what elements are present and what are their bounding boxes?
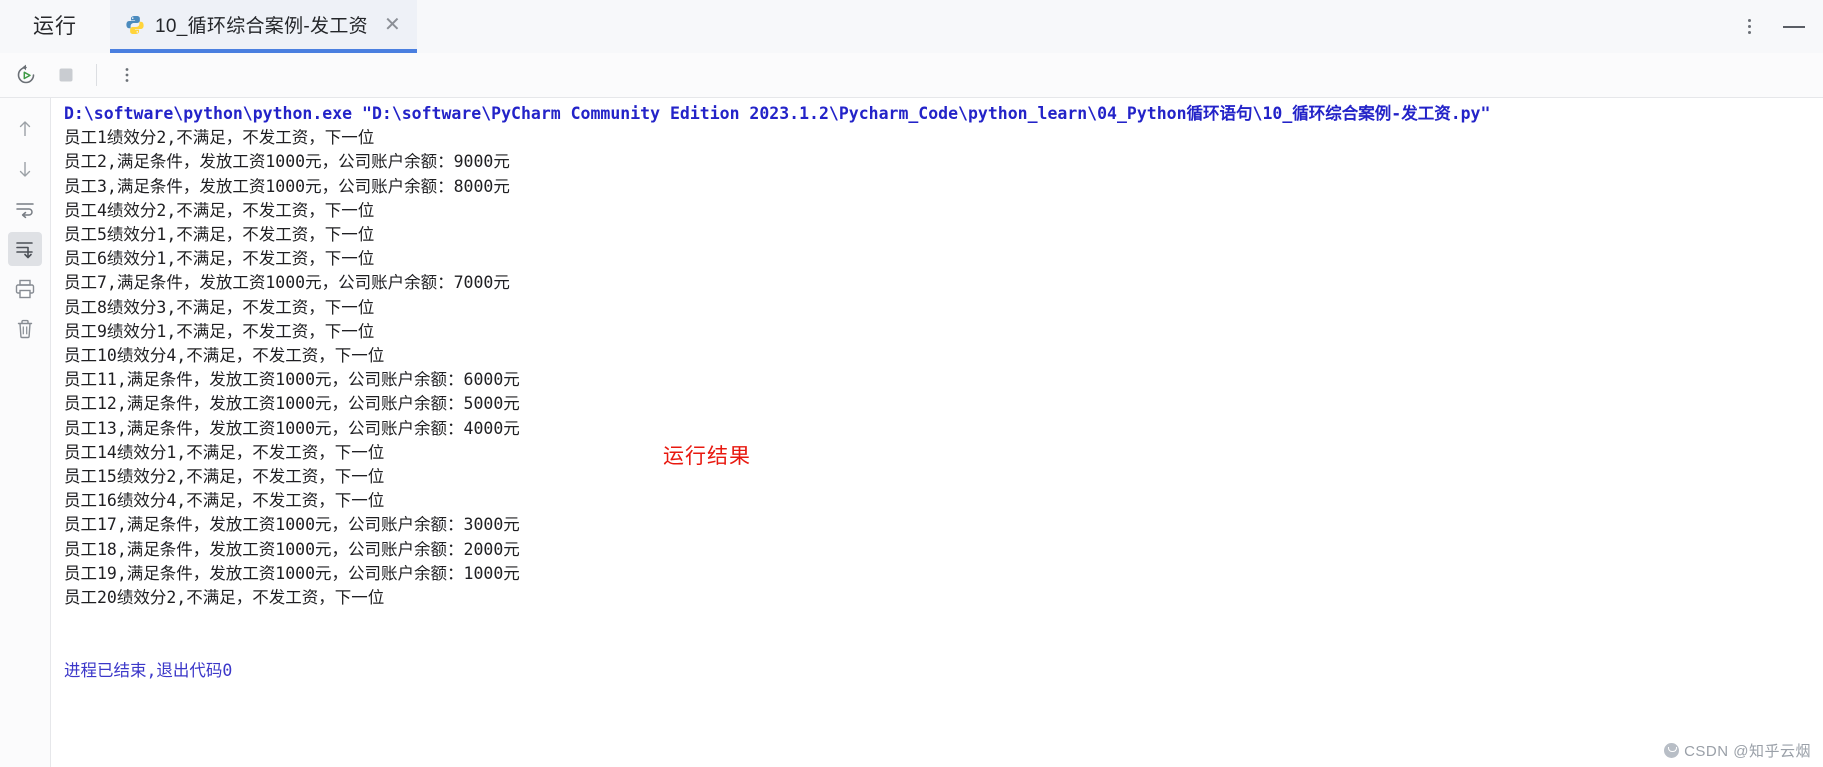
console-line: 员工2,满足条件，发放工资1000元，公司账户余额：9000元 <box>64 152 510 172</box>
editor-tab-active[interactable]: 10_循环综合案例-发工资 ✕ <box>110 0 417 53</box>
console-line: 员工13,满足条件，发放工资1000元，公司账户余额：4000元 <box>64 418 520 438</box>
console-line: 员工17,满足条件，发放工资1000元，公司账户余额：3000元 <box>64 515 520 535</box>
console-line: 员工10绩效分4,不满足，不发工资，下一位 <box>64 346 385 366</box>
soft-wrap-icon[interactable] <box>8 192 42 226</box>
scroll-to-end-icon[interactable] <box>8 232 42 266</box>
window-controls <box>1742 0 1823 53</box>
console-line: 员工5绩效分1,不满足，不发工资，下一位 <box>64 225 375 245</box>
console-line: 员工6绩效分1,不满足，不发工资，下一位 <box>64 249 375 269</box>
more-options-icon[interactable] <box>1742 13 1757 40</box>
console-line: 员工19,满足条件，发放工资1000元，公司账户余额：1000元 <box>64 563 520 583</box>
editor-tab-label: 10_循环综合案例-发工资 <box>155 16 368 37</box>
toolbar-divider <box>96 64 97 86</box>
console-line: 员工15绩效分2,不满足，不发工资，下一位 <box>64 467 385 487</box>
run-console-output[interactable]: D:\software\python\python.exe "D:\softwa… <box>51 98 1823 767</box>
console-command-line: D:\software\python\python.exe "D:\softwa… <box>64 104 1491 123</box>
console-line: 员工11,满足条件，发放工资1000元，公司账户余额：6000元 <box>64 370 520 390</box>
console-line: 员工9绩效分1,不满足，不发工资，下一位 <box>64 321 375 341</box>
close-icon[interactable]: ✕ <box>384 15 401 35</box>
rerun-button[interactable] <box>8 57 44 93</box>
window-tab-bar: 运行 10_循环综合案例-发工资 ✕ <box>0 0 1823 54</box>
run-toolbar <box>0 53 1823 98</box>
console-line-list: D:\software\python\python.exe "D:\softwa… <box>64 102 1490 683</box>
print-icon[interactable] <box>8 272 42 306</box>
scroll-down-icon[interactable] <box>8 152 42 186</box>
console-side-toolbar <box>0 98 51 767</box>
console-line: 员工7,满足条件，发放工资1000元，公司账户余额：7000元 <box>64 273 510 293</box>
trash-icon[interactable] <box>8 312 42 346</box>
scroll-up-icon[interactable] <box>8 112 42 146</box>
annotation-running-result: 运行结果 <box>663 445 751 468</box>
console-line: 员工18,满足条件，发放工资1000元，公司账户余额：2000元 <box>64 539 520 559</box>
console-line: 员工1绩效分2,不满足，不发工资，下一位 <box>64 128 375 148</box>
console-exit-message: 进程已结束,退出代码0 <box>64 660 233 680</box>
console-line: 员工8绩效分3,不满足，不发工资，下一位 <box>64 297 375 317</box>
stop-button[interactable] <box>48 57 84 93</box>
console-line: 员工12,满足条件，发放工资1000元，公司账户余额：5000元 <box>64 394 520 414</box>
console-line: 员工3,满足条件，发放工资1000元，公司账户余额：8000元 <box>64 176 510 196</box>
watermark-icon <box>1664 743 1680 758</box>
watermark-label: CSDN @知乎云烟 <box>1684 743 1811 760</box>
console-line: 员工4绩效分2,不满足，不发工资，下一位 <box>64 200 375 220</box>
python-file-icon <box>124 14 146 36</box>
toolbar-more-options-icon[interactable] <box>109 57 145 93</box>
run-tool-window-label: 运行 <box>33 14 77 38</box>
console-line: 员工16绩效分4,不满足，不发工资，下一位 <box>64 491 385 511</box>
minimize-icon[interactable] <box>1783 25 1805 28</box>
watermark: CSDN @知乎云烟 <box>1664 740 1811 761</box>
console-line: 员工20绩效分2,不满足，不发工资，下一位 <box>64 588 385 608</box>
console-line: 员工14绩效分1,不满足，不发工资，下一位 <box>64 442 385 462</box>
